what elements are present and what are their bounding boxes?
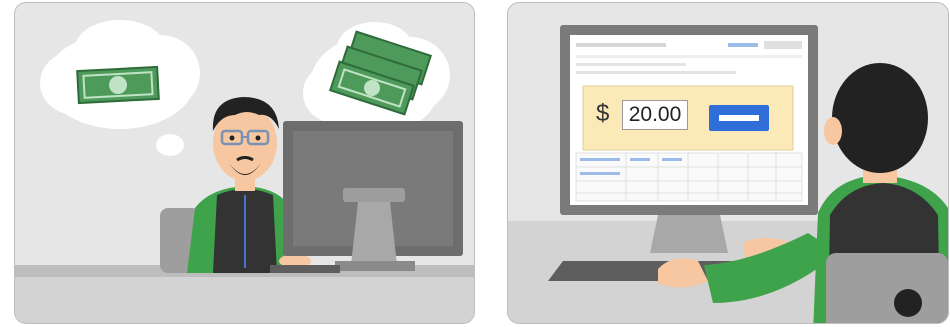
illustration-panel-right: $ 20.00 bbox=[507, 2, 949, 324]
monitor-left bbox=[283, 121, 463, 271]
left-scene bbox=[15, 20, 474, 323]
chair-back bbox=[826, 253, 948, 323]
keyboard-left bbox=[270, 265, 340, 273]
illustration-panel-left bbox=[14, 2, 475, 324]
currency-symbol: $ bbox=[596, 100, 610, 127]
bid-amount-input[interactable]: 20.00 bbox=[622, 100, 688, 130]
submit-bid-button[interactable] bbox=[709, 105, 769, 131]
chair-knob bbox=[894, 289, 922, 317]
desk-surface bbox=[15, 273, 474, 323]
money-bill-icon bbox=[76, 65, 160, 105]
right-scene bbox=[508, 25, 948, 323]
